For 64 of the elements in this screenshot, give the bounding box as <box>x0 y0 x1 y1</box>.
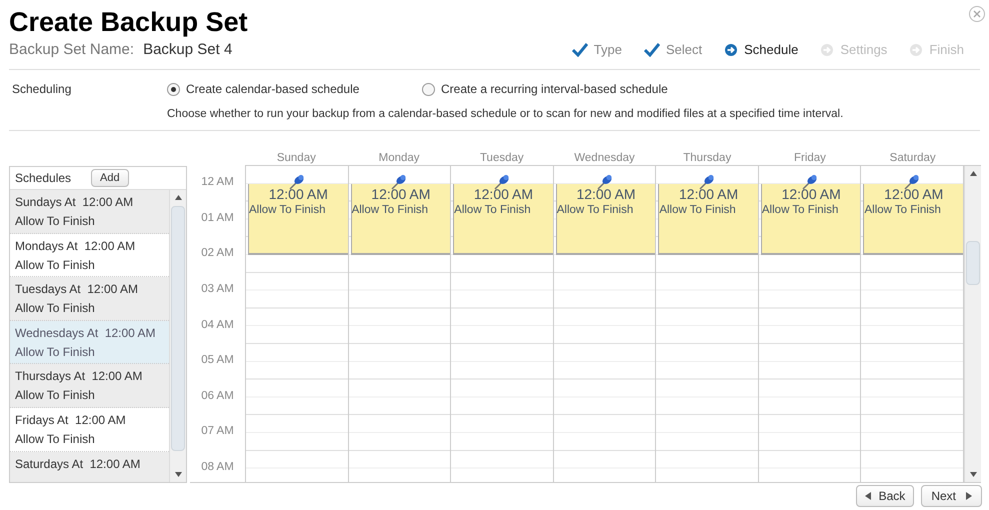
wizard-step: Finish <box>909 40 964 60</box>
day-header: Sunday <box>276 152 316 164</box>
schedule-item[interactable]: Wednesdays At 12:00 AM Allow To Finish <box>10 320 169 364</box>
scroll-down-icon[interactable] <box>970 472 977 477</box>
list-title: Schedules <box>15 170 72 187</box>
dialog-title: Create Backup Set <box>9 6 248 38</box>
hour-label: 08 AM <box>201 460 234 475</box>
radio-option[interactable]: Create calendar-based schedule <box>167 80 422 98</box>
scroll-down-icon[interactable] <box>174 472 182 477</box>
wizard-step: Select <box>644 40 702 60</box>
event-note[interactable]: 12:00 AM Allow To Finish <box>556 184 656 255</box>
field-label: Backup Set Name: <box>9 40 134 60</box>
checkmark-icon <box>644 43 660 57</box>
schedule-item[interactable]: Saturdays At 12:00 AM <box>10 452 169 482</box>
event-note[interactable]: 12:00 AM Allow To Finish <box>248 184 348 255</box>
checkmark-icon <box>572 43 588 57</box>
scroll-thumb[interactable] <box>171 206 185 451</box>
wizard-step: Settings <box>820 40 888 60</box>
hour-label: 05 AM <box>201 353 234 368</box>
day-header: Tuesday <box>480 152 524 164</box>
hour-label: 06 AM <box>201 388 234 404</box>
close-icon <box>973 10 981 18</box>
day-header: Friday <box>794 152 826 164</box>
hour-label: 01 AM <box>201 210 234 226</box>
hour-label: 07 AM <box>201 424 234 440</box>
scrollbar[interactable] <box>169 190 186 482</box>
arrow-circle-icon <box>724 43 738 57</box>
backup-set-name: Backup Set 4 <box>143 40 232 60</box>
wizard-step: Type <box>572 40 622 60</box>
next-button[interactable]: Next <box>921 485 982 507</box>
radio-button[interactable] <box>422 82 435 96</box>
schedule-item[interactable]: Sundays At 12:00 AM Allow To Finish <box>10 190 169 234</box>
description-text: Choose whether to run your backup from a calendar-based schedule or to scan for new and modified files at a specified time interval. <box>167 107 844 122</box>
day-header: Thursday <box>683 152 732 164</box>
scroll-up-icon[interactable] <box>174 195 182 200</box>
scroll-up-icon[interactable] <box>970 171 977 176</box>
wizard-step: Schedule <box>724 40 798 60</box>
event-note[interactable]: 12:00 AM Allow To Finish <box>350 184 450 255</box>
hour-label: 02 AM <box>201 246 234 262</box>
hour-label: 04 AM <box>201 318 234 333</box>
event-note[interactable]: 12:00 AM Allow To Finish <box>760 184 860 255</box>
scroll-thumb[interactable] <box>966 241 980 285</box>
schedule-item[interactable]: Thursdays At 12:00 AM Allow To Finish <box>10 364 169 408</box>
hour-label: 12 AM <box>201 175 234 190</box>
close-button[interactable] <box>969 6 985 22</box>
schedule-item[interactable]: Mondays At 12:00 AM Allow To Finish <box>10 234 169 278</box>
day-header: Monday <box>378 152 420 164</box>
add-button[interactable]: Add <box>91 169 129 187</box>
hour-label: 03 AM <box>201 282 234 297</box>
back-button[interactable]: Back <box>856 485 914 507</box>
schedule-item[interactable]: Tuesdays At 12:00 AM Allow To Finish <box>10 277 169 321</box>
arrow-circle-icon <box>909 43 924 57</box>
event-note[interactable]: 12:00 AM Allow To Finish <box>863 184 964 255</box>
event-note[interactable]: 12:00 AM Allow To Finish <box>453 184 553 255</box>
event-note[interactable]: 12:00 AM Allow To Finish <box>658 184 758 255</box>
section-label: Scheduling <box>12 81 72 98</box>
day-header: Saturday <box>890 152 936 164</box>
left-triangle-icon <box>864 492 871 500</box>
right-triangle-icon <box>966 492 972 500</box>
radio-option[interactable]: Create a recurring interval-based schedule <box>422 80 668 98</box>
day-header: Wednesday <box>574 152 635 164</box>
arrow-circle-icon <box>820 43 834 57</box>
radio-button[interactable] <box>167 82 180 96</box>
scrollbar[interactable] <box>964 166 981 482</box>
